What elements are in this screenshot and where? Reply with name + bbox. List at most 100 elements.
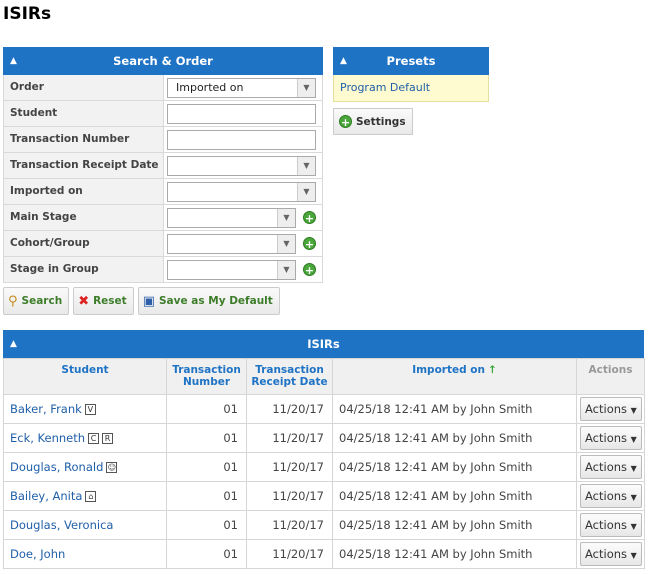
actions-cell: Actions ▼ xyxy=(576,452,645,482)
student-flag-icon: ☺ xyxy=(106,462,118,473)
reset-button[interactable]: ✖ Reset xyxy=(73,287,134,315)
imported-on-row: Imported on ▼ xyxy=(3,179,323,205)
page-title: ISIRs xyxy=(3,4,52,24)
actions-dropdown-button[interactable]: Actions ▼ xyxy=(580,542,642,566)
order-select-value: Imported on xyxy=(176,80,244,94)
add-icon[interactable]: + xyxy=(303,263,316,277)
cohort-group-label: Cohort/Group xyxy=(4,231,164,256)
actions-cell: Actions ▼ xyxy=(576,394,645,424)
caret-down-icon: ▼ xyxy=(630,406,637,415)
column-receipt-date[interactable]: Transaction Receipt Date xyxy=(246,358,333,395)
student-link[interactable]: Eck, Kenneth xyxy=(10,431,85,445)
cohort-group-row: Cohort/Group ▼ + xyxy=(3,231,323,257)
receipt-date-cell: 11/20/17 xyxy=(246,423,333,453)
receipt-date-label: Transaction Receipt Date xyxy=(4,153,164,178)
presets-title: Presets xyxy=(386,54,436,68)
transaction-number-row: Transaction Number xyxy=(3,127,323,153)
actions-dropdown-button[interactable]: Actions ▼ xyxy=(580,455,642,479)
receipt-date-cell: 11/20/17 xyxy=(246,539,333,569)
imported-on-select[interactable]: ▼ xyxy=(167,181,316,202)
student-link[interactable]: Douglas, Ronald xyxy=(10,460,103,474)
student-flag-icon: ⌂ xyxy=(85,491,97,502)
isirs-title: ISIRs xyxy=(307,337,340,351)
student-cell: Douglas, Veronica xyxy=(3,510,167,540)
table-row: Baker, Frank V 01 11/20/17 04/25/18 12:41 AM… xyxy=(3,394,645,424)
actions-dropdown-button[interactable]: Actions ▼ xyxy=(580,513,642,537)
student-link[interactable]: Douglas, Veronica xyxy=(10,518,113,532)
isirs-header[interactable]: ▲ ISIRs xyxy=(3,330,644,358)
receipt-date-cell: 11/20/17 xyxy=(246,510,333,540)
transaction-number-cell: 01 xyxy=(166,510,247,540)
main-stage-select[interactable]: ▼ xyxy=(167,207,296,228)
add-icon[interactable]: + xyxy=(303,211,316,225)
table-header-row: Student Transaction Number Transaction R… xyxy=(3,358,645,395)
student-cell: Douglas, Ronald ☺ xyxy=(3,452,167,482)
add-icon: + xyxy=(339,115,352,129)
actions-dropdown-button[interactable]: Actions ▼ xyxy=(580,484,642,508)
x-icon: ✖ xyxy=(78,293,90,309)
search-order-panel: ▲ Search & Order Order Imported on ▼ Stud… xyxy=(3,47,323,283)
save-default-button[interactable]: ▣ Save as My Default xyxy=(137,287,280,315)
caret-down-icon: ▼ xyxy=(630,464,637,473)
add-icon[interactable]: + xyxy=(303,237,316,251)
main-stage-label: Main Stage xyxy=(4,205,164,230)
transaction-number-cell: 01 xyxy=(166,539,247,569)
student-input[interactable] xyxy=(167,103,316,124)
student-cell: Eck, Kenneth C R xyxy=(3,423,167,453)
imported-on-label: Imported on xyxy=(4,179,164,204)
table-row: Eck, Kenneth C R 01 11/20/17 04/25/18 12:41 A… xyxy=(3,423,645,453)
student-row: Student xyxy=(3,101,323,127)
actions-dropdown-button[interactable]: Actions ▼ xyxy=(580,426,642,450)
imported-on-cell: 04/25/18 12:41 AM by John Smith xyxy=(332,510,577,540)
isirs-table: Student Transaction Number Transaction R… xyxy=(3,358,645,569)
column-imported-on[interactable]: Imported on ↑ xyxy=(332,358,577,395)
stage-in-group-row: Stage in Group ▼ + xyxy=(3,257,323,283)
imported-on-cell: 04/25/18 12:41 AM by John Smith xyxy=(332,423,577,453)
transaction-number-input[interactable] xyxy=(167,129,316,150)
reset-button-label: Reset xyxy=(93,295,127,307)
magnifier-icon: ⚲ xyxy=(8,293,18,309)
actions-label: Actions xyxy=(585,489,628,503)
search-order-header[interactable]: ▲ Search & Order xyxy=(3,47,323,75)
receipt-date-cell: 11/20/17 xyxy=(246,481,333,511)
presets-header[interactable]: ▲ Presets xyxy=(333,47,489,75)
student-link[interactable]: Baker, Frank xyxy=(10,402,82,416)
settings-button[interactable]: + Settings xyxy=(333,108,413,135)
order-row: Order Imported on ▼ xyxy=(3,75,323,101)
table-row: Douglas, Ronald ☺ 01 11/20/17 04/25/18 12:41… xyxy=(3,452,645,482)
receipt-date-cell: 11/20/17 xyxy=(246,394,333,424)
collapse-icon[interactable]: ▲ xyxy=(10,330,17,358)
receipt-date-select[interactable]: ▼ xyxy=(167,155,316,176)
preset-program-default[interactable]: Program Default xyxy=(333,75,489,102)
actions-label: Actions xyxy=(585,518,628,532)
stage-in-group-select[interactable]: ▼ xyxy=(167,259,296,280)
cohort-group-select[interactable]: ▼ xyxy=(167,233,296,254)
student-link[interactable]: Bailey, Anita xyxy=(10,489,82,503)
student-link[interactable]: Doe, John xyxy=(10,547,65,561)
actions-label: Actions xyxy=(585,460,628,474)
floppy-disk-icon: ▣ xyxy=(142,293,155,309)
column-actions: Actions xyxy=(576,358,645,395)
actions-dropdown-button[interactable]: Actions ▼ xyxy=(580,397,642,421)
collapse-icon[interactable]: ▲ xyxy=(10,47,17,75)
actions-label: Actions xyxy=(585,402,628,416)
main-stage-row: Main Stage ▼ + xyxy=(3,205,323,231)
student-flag-icon: R xyxy=(102,433,114,444)
order-select[interactable]: Imported on ▼ xyxy=(167,77,316,98)
collapse-icon[interactable]: ▲ xyxy=(340,47,347,75)
search-buttons: ⚲ Search ✖ Reset ▣ Save as My Default xyxy=(3,287,280,315)
isirs-panel: ▲ ISIRs Student Transaction Number Trans… xyxy=(3,330,645,569)
imported-on-cell: 04/25/18 12:41 AM by John Smith xyxy=(332,481,577,511)
order-label: Order xyxy=(4,75,164,100)
caret-down-icon: ▼ xyxy=(630,435,637,444)
column-student[interactable]: Student xyxy=(3,358,167,395)
sort-ascending-icon: ↑ xyxy=(487,364,497,376)
student-cell: Doe, John xyxy=(3,539,167,569)
table-row: Bailey, Anita ⌂ 01 11/20/17 04/25/18 12:41 A… xyxy=(3,481,645,511)
presets-panel: ▲ Presets Program Default xyxy=(333,47,489,102)
search-button[interactable]: ⚲ Search xyxy=(3,287,70,315)
column-transaction-number[interactable]: Transaction Number xyxy=(166,358,247,395)
actions-cell: Actions ▼ xyxy=(576,481,645,511)
imported-on-cell: 04/25/18 12:41 AM by John Smith xyxy=(332,539,577,569)
table-row: Douglas, Veronica 01 11/20/17 04/25/18 12:4… xyxy=(3,510,645,540)
